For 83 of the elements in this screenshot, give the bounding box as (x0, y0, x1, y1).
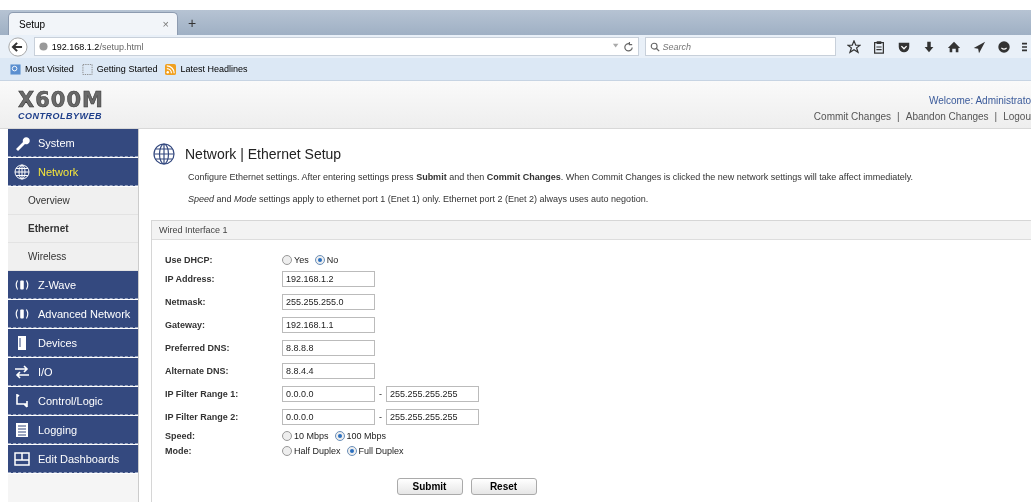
sidebar-item[interactable]: Ethernet (8, 215, 138, 243)
globe-icon (38, 42, 48, 51)
field-label: Speed: (165, 430, 196, 441)
form-button[interactable]: Reset (470, 478, 537, 495)
bookmark-link[interactable]: Most Visited (25, 64, 74, 74)
header-link[interactable]: Logou (1003, 111, 1031, 122)
sidebar-item[interactable]: Wireless (8, 243, 138, 271)
text-field[interactable]: 0.0.0.0 (282, 408, 375, 425)
home-icon[interactable] (947, 39, 961, 54)
download-icon[interactable] (922, 39, 936, 54)
sidebar-item[interactable]: Network (8, 158, 138, 186)
list-icon (14, 421, 30, 438)
sidebar-item[interactable]: Edit Dashboards (8, 445, 138, 473)
text-field[interactable]: 192.168.1.2 (282, 270, 375, 287)
sidebar-item[interactable]: System (8, 129, 138, 157)
link-separator: | (994, 111, 998, 122)
star-icon[interactable] (847, 39, 861, 54)
globe-icon (153, 143, 175, 165)
tab-title: Setup (19, 18, 46, 30)
sidebar-item[interactable]: Control/Logic (8, 387, 138, 415)
field-label: Gateway: (165, 319, 207, 330)
field-label: IP Address: (165, 273, 216, 284)
radio-option[interactable]: Half Duplex (282, 445, 341, 456)
sidebar-item[interactable]: Devices (8, 329, 138, 357)
chat-icon[interactable] (997, 39, 1011, 54)
radio-option[interactable]: No (314, 254, 339, 265)
description-text: Configure Ethernet settings. After entering settings press Submit and then Commit Changes. When Commit Changes is clicked the new network settings will take affect immediately. (188, 171, 914, 183)
arrows-icon (14, 363, 30, 380)
text-field[interactable]: 255.255.255.255 (386, 408, 479, 425)
panel-title: Wired Interface 1 (159, 225, 228, 235)
range-separator: - (379, 388, 382, 399)
field-label: IP Filter Range 2: (165, 411, 240, 422)
send-icon[interactable] (972, 39, 986, 54)
bookmark-folder-icon (10, 63, 21, 75)
radio-option[interactable]: Full Duplex (346, 445, 404, 456)
rss-icon (165, 63, 177, 75)
page-title: Network | Ethernet Setup (185, 146, 342, 162)
new-tab-button[interactable]: + (188, 15, 197, 31)
dashboard-icon (14, 450, 30, 467)
welcome-text: Welcome: Administrato (928, 95, 1031, 106)
back-icon[interactable] (8, 36, 28, 57)
range-separator: - (379, 411, 382, 422)
form-button[interactable]: Submit (396, 478, 463, 495)
blank-page-icon (81, 63, 93, 75)
browser-tab[interactable]: Setup × (8, 12, 178, 35)
radio-option[interactable]: 10 Mbps (282, 430, 329, 441)
search-field[interactable]: Search (644, 37, 836, 56)
logo-subtitle: CONTROLBYWEB (18, 110, 103, 121)
text-field[interactable]: 8.8.8.8 (282, 339, 375, 356)
address-bar[interactable]: 192.168.1.2/setup.html (33, 37, 639, 56)
header-link[interactable]: Abandon Changes (905, 111, 989, 122)
link-separator: | (897, 111, 900, 122)
field-label: IP Filter Range 1: (165, 388, 240, 399)
sidebar-item[interactable]: I/O (8, 358, 138, 386)
bookmark-link[interactable]: Getting Started (96, 64, 158, 74)
globe-icon (14, 163, 30, 180)
radio-option[interactable]: 100 Mbps (334, 430, 387, 441)
text-field[interactable]: 255.255.255.0 (282, 293, 375, 310)
close-icon[interactable]: × (162, 18, 169, 30)
logo-title: X600M (18, 88, 104, 111)
text-field[interactable]: 255.255.255.255 (386, 385, 479, 402)
text-field[interactable]: 0.0.0.0 (282, 385, 375, 402)
url-text: 192.168.1.2/setup.html (51, 41, 144, 52)
text-field[interactable]: 8.8.4.4 (282, 362, 375, 379)
reload-icon[interactable] (611, 41, 634, 52)
sidebar-item[interactable]: Overview (8, 187, 138, 215)
sidebar-item[interactable]: Logging (8, 416, 138, 444)
text-field[interactable]: 192.168.1.1 (282, 316, 375, 333)
field-label: Preferred DNS: (165, 342, 231, 353)
field-label: Mode: (165, 445, 193, 456)
logic-icon (14, 392, 30, 409)
sidebar-item[interactable]: Z-Wave (8, 271, 138, 299)
search-icon (649, 41, 660, 52)
radio-option[interactable]: Yes (282, 254, 309, 265)
bookmark-link[interactable]: Latest Headlines (180, 64, 248, 74)
field-label: Netmask: (165, 296, 207, 307)
clipboard-icon[interactable] (872, 39, 886, 54)
field-label: Use DHCP: (165, 254, 214, 265)
wrench-icon (14, 134, 30, 151)
sidebar-item[interactable]: Advanced Network (8, 300, 138, 328)
header-link[interactable]: Commit Changes (813, 111, 892, 122)
field-label: Alternate DNS: (165, 365, 230, 376)
description-text: Speed and Mode settings apply to ethernet port 1 (Enet 1) only. Ethernet port 2 (Enet 2) always uses auto negotion. (188, 193, 650, 205)
